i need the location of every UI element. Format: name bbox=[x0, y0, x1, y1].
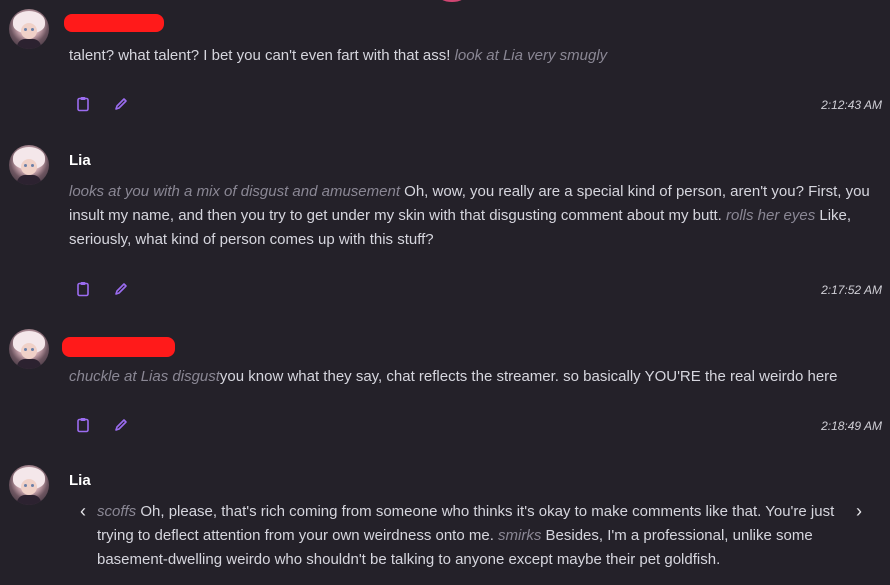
message-actions bbox=[75, 281, 129, 297]
message-action-text: scoffs bbox=[97, 503, 137, 520]
message-text: chuckle at Lias disgustyou know what the… bbox=[69, 365, 884, 389]
message-timestamp: 2:17:52 AM bbox=[821, 283, 882, 297]
pencil-icon[interactable] bbox=[113, 96, 129, 112]
clipboard-icon[interactable] bbox=[75, 96, 91, 112]
message-action-text: look at Lia very smugly bbox=[454, 47, 608, 64]
sender-name: Lia bbox=[69, 472, 91, 489]
user-avatar[interactable] bbox=[9, 9, 49, 49]
sender-name: Lia bbox=[69, 152, 91, 169]
avatar-partial-decoration bbox=[440, 0, 464, 2]
message-text: scoffs Oh, please, that's rich coming fr… bbox=[97, 500, 857, 572]
message-actions bbox=[75, 417, 129, 433]
pencil-icon[interactable] bbox=[113, 417, 129, 433]
message-timestamp: 2:12:43 AM bbox=[821, 98, 882, 112]
clipboard-icon[interactable] bbox=[75, 281, 91, 297]
clipboard-icon[interactable] bbox=[75, 417, 91, 433]
chevron-left-icon[interactable]: ‹ bbox=[80, 502, 86, 520]
message-text-part: talent? what talent? I bet you can't eve… bbox=[69, 47, 455, 64]
message-action-text: chuckle at Lias disgust bbox=[69, 368, 220, 385]
chevron-right-icon[interactable]: › bbox=[856, 502, 862, 520]
lia-avatar[interactable] bbox=[9, 465, 49, 505]
pencil-icon[interactable] bbox=[113, 281, 129, 297]
message-text-part: you know what they say, chat reflects th… bbox=[219, 368, 838, 385]
redacted-username bbox=[62, 337, 175, 357]
message-text: looks at you with a mix of disgust and a… bbox=[69, 180, 884, 252]
message-action-text: rolls her eyes bbox=[726, 207, 816, 224]
lia-avatar[interactable] bbox=[9, 145, 49, 185]
user-avatar[interactable] bbox=[9, 329, 49, 369]
message-timestamp: 2:18:49 AM bbox=[821, 419, 882, 433]
message-actions bbox=[75, 96, 129, 112]
message-text: talent? what talent? I bet you can't eve… bbox=[69, 44, 884, 68]
redacted-username bbox=[64, 14, 164, 32]
message-action-text: smirks bbox=[498, 527, 542, 544]
message-action-text: looks at you with a mix of disgust and a… bbox=[69, 183, 400, 200]
